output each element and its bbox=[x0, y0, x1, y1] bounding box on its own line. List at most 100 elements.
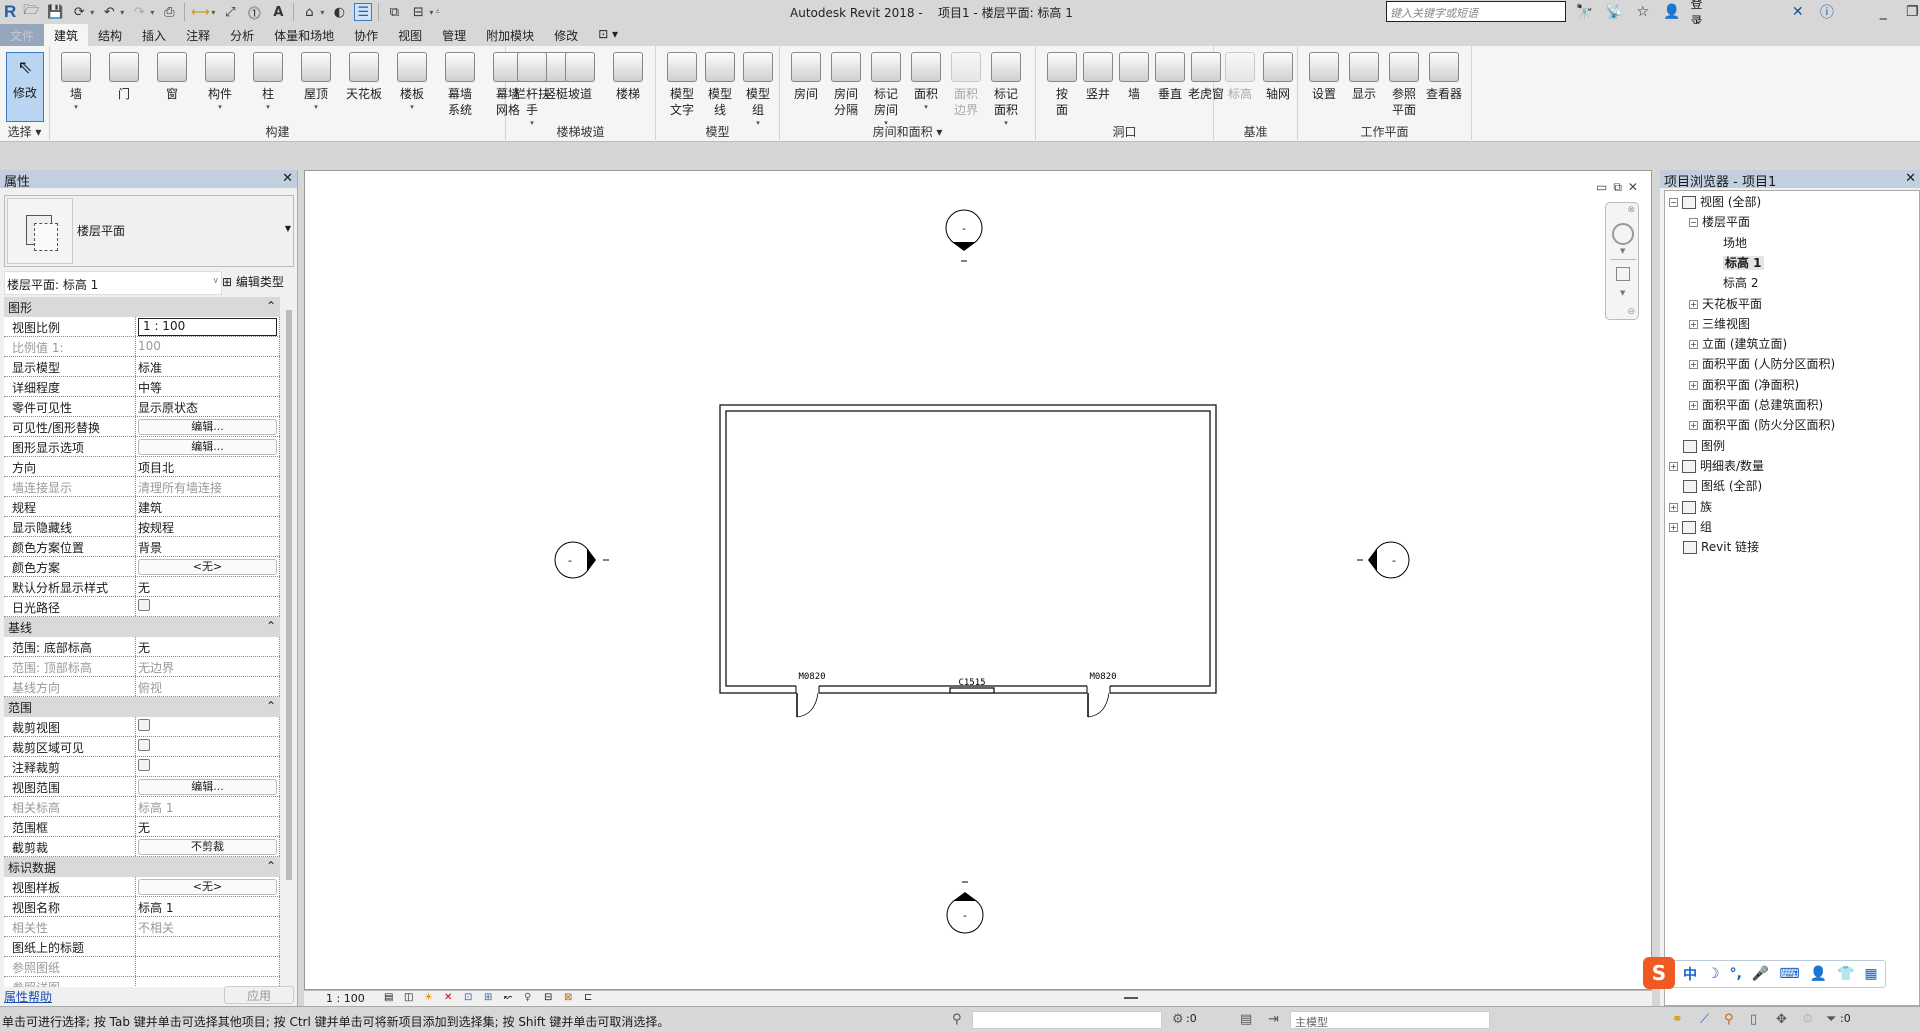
drag-handle[interactable] bbox=[1124, 997, 1138, 999]
collapse-icon[interactable]: ⌃ bbox=[266, 859, 276, 875]
browser-item[interactable]: + 面积平面 (总建筑面积) bbox=[1689, 396, 1823, 414]
minimize-view-icon[interactable]: ▭ bbox=[1596, 180, 1607, 195]
panel-label[interactable]: 选择 ▾ bbox=[0, 123, 49, 140]
revit-logo-icon[interactable]: R bbox=[4, 2, 16, 22]
ribbon-button-build-6[interactable]: 天花板 bbox=[344, 52, 384, 102]
property-value[interactable]: 编辑... bbox=[136, 417, 280, 436]
browser-item[interactable]: Revit 链接 bbox=[1683, 538, 1759, 556]
background-processes-icon[interactable]: ⚙ bbox=[1802, 1012, 1814, 1027]
browser-item[interactable]: 图纸 (全部) bbox=[1683, 477, 1762, 495]
tab-10[interactable]: 附加模块 bbox=[476, 24, 544, 46]
close-icon[interactable]: ✕ bbox=[1905, 171, 1916, 187]
section-icon[interactable]: ◐ bbox=[330, 3, 348, 21]
property-value[interactable] bbox=[136, 737, 280, 756]
close-icon[interactable]: ⊗ bbox=[1627, 205, 1635, 215]
browser-item[interactable]: + 天花板平面 bbox=[1689, 295, 1762, 313]
property-value[interactable] bbox=[136, 717, 280, 736]
elevation-marker-south[interactable]: - bbox=[946, 881, 984, 934]
property-input[interactable]: 1 : 100 bbox=[138, 318, 277, 336]
ribbon-button-room_area-2[interactable]: 标记 房间 ▾ bbox=[866, 52, 906, 128]
ribbon-button-model-0[interactable]: 模型 文字 bbox=[662, 52, 702, 118]
ribbon-button-build-4[interactable]: 柱 ▾ bbox=[248, 52, 288, 112]
select-underlay-icon[interactable]: ⟋ bbox=[1700, 1012, 1709, 1027]
property-value[interactable]: 编辑... bbox=[136, 777, 280, 796]
drawing-canvas[interactable]: M0820 M0820 C1515 - - - - bbox=[304, 170, 1652, 990]
ribbon-button-stairs-0[interactable]: 栏杆扶手 ▾ bbox=[512, 52, 552, 128]
browser-item[interactable]: 标高 2 bbox=[1723, 274, 1758, 292]
property-button[interactable]: <无> bbox=[138, 879, 277, 895]
editable-only-icon[interactable]: ⚙ bbox=[1172, 1012, 1184, 1027]
close-view-icon[interactable]: ✕ bbox=[1628, 180, 1638, 195]
property-value[interactable]: 无 bbox=[136, 637, 280, 656]
ribbon-button-workplane-0[interactable]: 设置 bbox=[1304, 52, 1344, 102]
tab-5[interactable]: 分析 bbox=[220, 24, 264, 46]
property-button[interactable]: 编辑... bbox=[138, 439, 277, 455]
property-checkbox[interactable] bbox=[138, 599, 150, 611]
ime-item-5[interactable]: 👤 bbox=[1810, 966, 1827, 982]
expand-icon[interactable]: + bbox=[1689, 299, 1698, 309]
property-value[interactable]: 按规程 bbox=[136, 517, 280, 536]
property-value[interactable]: 中等 bbox=[136, 377, 280, 396]
crop-view-icon[interactable]: ⊡ bbox=[464, 992, 478, 1004]
zoom-region-icon[interactable] bbox=[1616, 267, 1630, 281]
property-value[interactable]: 无 bbox=[136, 817, 280, 836]
ribbon-button-opening-1[interactable]: 竖井 bbox=[1078, 52, 1118, 102]
edit-type-button[interactable]: ⊞ 编辑类型 bbox=[222, 273, 284, 290]
reveal-hidden-icon[interactable]: ⊟ bbox=[544, 992, 558, 1004]
design-options-icon[interactable]: ▤ bbox=[1240, 1012, 1252, 1027]
ribbon-button-opening-3[interactable]: 垂直 bbox=[1150, 52, 1190, 102]
ribbon-button-model-1[interactable]: 模型线 bbox=[700, 52, 740, 118]
wall-outer[interactable] bbox=[719, 404, 1217, 694]
search-input[interactable]: 键入关键字或短语 bbox=[1386, 1, 1566, 22]
property-value[interactable]: 项目北 bbox=[136, 457, 280, 476]
property-group[interactable]: 基线 ⌃ bbox=[4, 617, 280, 637]
browser-item[interactable]: − 楼层平面 bbox=[1689, 213, 1750, 231]
property-group[interactable]: 范围 ⌃ bbox=[4, 697, 280, 717]
expand-icon[interactable]: + bbox=[1689, 421, 1698, 431]
chevron-down-icon[interactable]: ▾ bbox=[986, 118, 1026, 128]
browser-item[interactable]: + 三维视图 bbox=[1689, 315, 1750, 333]
tab-6[interactable]: 体量和场地 bbox=[264, 24, 344, 46]
properties-scrollbar[interactable] bbox=[286, 310, 292, 880]
tab-4[interactable]: 注释 bbox=[176, 24, 220, 46]
expand-icon[interactable]: + bbox=[1689, 380, 1698, 390]
ime-item-6[interactable]: 👕 bbox=[1837, 966, 1854, 982]
tab-3[interactable]: 插入 bbox=[132, 24, 176, 46]
property-value[interactable]: <无> bbox=[136, 877, 280, 896]
tab-11[interactable]: 修改 bbox=[544, 24, 588, 46]
sun-path-icon[interactable]: ☀ bbox=[424, 992, 438, 1004]
temporary-view-icon[interactable]: ⊠ bbox=[564, 992, 578, 1004]
ribbon-button-stairs-2[interactable]: 楼梯 bbox=[608, 52, 648, 102]
chevron-down-icon[interactable]: ▾ bbox=[738, 118, 778, 128]
chevron-down-icon[interactable]: ▾ bbox=[248, 102, 288, 112]
property-value[interactable]: 不剪裁 bbox=[136, 837, 280, 856]
property-value[interactable]: 无 bbox=[136, 577, 280, 596]
property-value[interactable]: 编辑... bbox=[136, 437, 280, 456]
ribbon-button-build-8[interactable]: 幕墙 系统 bbox=[440, 52, 480, 118]
property-value[interactable]: 1 : 100 bbox=[136, 317, 280, 336]
browser-item[interactable]: 场地 bbox=[1723, 234, 1747, 252]
wall-inner[interactable] bbox=[725, 410, 1211, 687]
exclude-options-icon[interactable]: ⇥ bbox=[1268, 1012, 1279, 1027]
collapse-icon[interactable]: ⌃ bbox=[266, 299, 276, 315]
property-value[interactable]: 建筑 bbox=[136, 497, 280, 516]
browser-item[interactable]: + 族 bbox=[1669, 498, 1712, 516]
property-value[interactable] bbox=[136, 937, 280, 956]
design-option-select[interactable]: 主模型 bbox=[1290, 1011, 1490, 1029]
property-value[interactable]: 标高 1 bbox=[136, 897, 280, 916]
browser-item[interactable]: − 视图 (全部) bbox=[1669, 193, 1761, 211]
analytical-model-icon[interactable]: ⊏ bbox=[584, 992, 598, 1004]
save-icon[interactable]: 💾 bbox=[46, 3, 64, 21]
tab-8[interactable]: 视图 bbox=[388, 24, 432, 46]
chevron-down-icon[interactable]: ▼ bbox=[1620, 247, 1625, 255]
browser-item[interactable]: + 面积平面 (净面积) bbox=[1689, 376, 1799, 394]
filter-icon[interactable]: ⏷ bbox=[1826, 1012, 1836, 1027]
door-tag[interactable]: M0820 bbox=[798, 672, 825, 682]
ribbon-button-build-7[interactable]: 楼板 ▾ bbox=[392, 52, 432, 112]
collapse-icon[interactable]: ⌃ bbox=[266, 699, 276, 715]
open-icon[interactable]: 🗁 bbox=[22, 3, 40, 21]
ribbon-button-room_area-0[interactable]: 房间 bbox=[786, 52, 826, 102]
property-checkbox[interactable] bbox=[138, 739, 150, 751]
type-selector[interactable]: 楼层平面 ▼ bbox=[4, 195, 294, 267]
shadows-icon[interactable]: ✕ bbox=[444, 992, 458, 1004]
